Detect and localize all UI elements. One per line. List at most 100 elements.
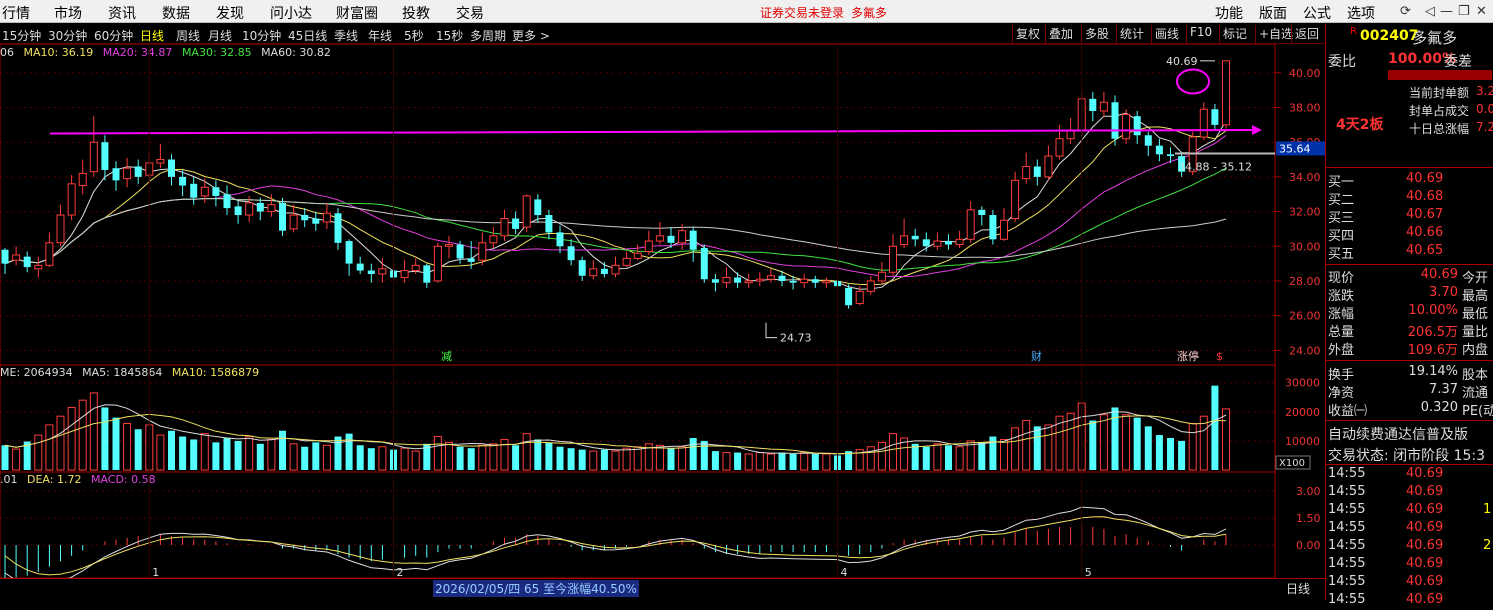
period-0[interactable]: 15分钟 [2,27,41,44]
candle-down [922,239,930,247]
candle-up [722,276,731,284]
board-tag: 4天2板 [1336,117,1384,133]
stat-row-5: 换手 19.14% 股本 [1328,364,1493,383]
tool-0[interactable]: 复权 [1012,25,1043,43]
menu-2[interactable]: 资讯 [108,3,136,23]
candle-down [256,202,264,212]
menu-right-2[interactable]: 公式 [1303,3,1331,23]
seal-value-2: 7.2 [1476,120,1493,134]
candle-down [1167,154,1174,157]
volume-bar-up [489,443,498,471]
menu-5[interactable]: 问小达 [270,3,312,23]
volume-bar-up [400,447,409,471]
candle-up [45,242,54,266]
period-7[interactable]: 45日线 [288,27,327,44]
period-4[interactable]: 周线 [176,27,200,44]
volume-bar-down [301,446,309,470]
event-finance-icon[interactable]: 财 [1031,349,1042,363]
menu-7[interactable]: 投教 [402,3,430,23]
period-11[interactable]: 15秒 [436,27,463,44]
candle-up [245,202,254,216]
candle-down [1211,109,1219,125]
tool-1[interactable]: 叠加 [1045,25,1076,43]
login-notice[interactable]: 证券交易未登录 [760,4,844,21]
tool-5[interactable]: F10 [1186,25,1215,43]
period-10[interactable]: 5秒 [404,27,424,44]
event-reduce-icon[interactable]: 减 [441,350,452,363]
refresh-icon[interactable]: ⟳ [1400,4,1411,19]
candle-down [1033,166,1041,177]
tick-time: 14:55 [1328,538,1366,553]
volume-unit: X100 [1279,458,1305,469]
volume-bar-up [766,453,775,471]
tool-3[interactable]: 统计 [1116,25,1147,43]
menu-right-3[interactable]: 选项 [1347,3,1375,23]
menu-1[interactable]: 市场 [54,3,82,23]
candle-up [800,278,809,284]
menu-0[interactable]: 行情 [2,3,30,23]
weibi-bar [1388,70,1492,80]
tool-4[interactable]: 画线 [1151,25,1182,43]
volume-bar-down [256,443,264,470]
bid-row-3[interactable]: 买四 40.66 [1328,225,1493,244]
candle-down [534,199,542,216]
volume-bar-up [1199,415,1208,471]
period-9[interactable]: 年线 [368,27,392,44]
period-13[interactable]: 更多 > [512,27,550,44]
candle-up [89,141,98,173]
promo-text[interactable]: 自动续费通达信普及版 [1328,424,1468,444]
candle-up [1000,219,1008,240]
menu-right-1[interactable]: 版面 [1259,3,1287,23]
restore-icon[interactable]: ❐ [1458,4,1470,19]
event-limit-icon[interactable]: 涨停 [1177,349,1199,363]
bid-row-0[interactable]: 买一 40.69 [1328,171,1493,190]
volume-bar-down [134,429,142,470]
candle-down [168,159,175,177]
volume-bar-up [655,444,664,471]
bid-price: 40.66 [1406,225,1444,240]
menu-right-0[interactable]: 功能 [1215,3,1243,23]
bid-price: 40.67 [1406,207,1444,222]
candle-down [1133,116,1141,136]
volume-axis-label: 30000 [1285,377,1320,390]
tool-7[interactable]: +自选 [1255,25,1296,43]
tool-8[interactable]: 返回 [1291,25,1322,43]
back-icon[interactable]: ◁ [1425,4,1435,19]
menu-6[interactable]: 财富圈 [336,3,378,23]
volume-bar-down [456,446,464,470]
period-1[interactable]: 30分钟 [48,27,87,44]
candle-up [1099,101,1108,112]
minimize-icon[interactable]: — [1440,4,1453,19]
bottom-period[interactable]: 日线 [1286,580,1310,597]
volume-bar-up [622,447,631,471]
menu-8[interactable]: 交易 [456,3,484,23]
candle-down [1111,102,1119,139]
candle-up [1011,179,1020,220]
volume-bar-down [700,440,708,470]
period-8[interactable]: 季线 [334,27,358,44]
tool-6[interactable]: 标记 [1219,25,1250,43]
volume-bar-down [112,417,120,470]
period-12[interactable]: 多周期 [470,27,506,44]
period-3[interactable]: 日线 [140,27,164,44]
volume-bar-up [1066,412,1075,471]
event-s-icon[interactable]: $ [1216,350,1223,363]
menu-4[interactable]: 发现 [216,3,244,23]
bid-row-4[interactable]: 买五 40.65 [1328,243,1493,262]
candle-up [655,235,664,242]
kline-chart[interactable]: 40.0038.0036.0034.0032.0030.0028.0026.00… [0,44,1325,578]
price-axis-label: 40.00 [1289,67,1321,80]
period-5[interactable]: 月线 [208,27,232,44]
tool-2[interactable]: 多股 [1081,25,1112,43]
bid-label: 买三 [1328,211,1355,226]
candle-down [989,215,997,240]
period-2[interactable]: 60分钟 [94,27,133,44]
close-icon[interactable]: ✕ [1476,4,1487,19]
candle-down [711,279,719,283]
period-6[interactable]: 10分钟 [242,27,281,44]
low-marker [765,322,777,339]
menu-3[interactable]: 数据 [162,3,190,23]
bid-row-1[interactable]: 买二 40.68 [1328,189,1493,208]
candle-down [811,279,819,283]
bid-row-2[interactable]: 买三 40.67 [1328,207,1493,226]
